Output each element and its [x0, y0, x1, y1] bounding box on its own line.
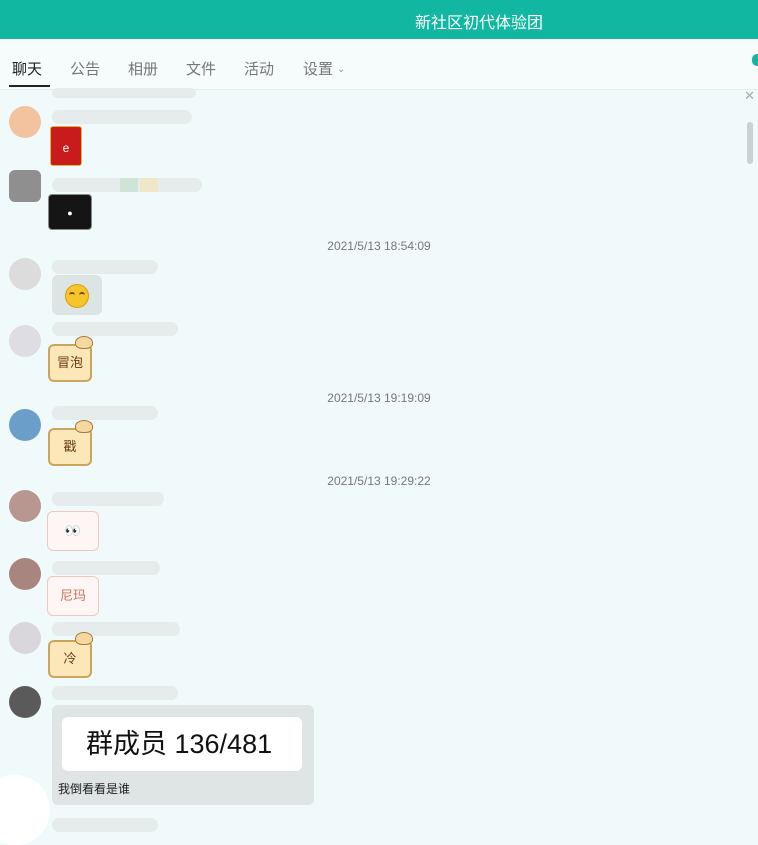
message-bubble: [52, 88, 196, 98]
sender-name: [52, 622, 180, 636]
image-message[interactable]: ●: [48, 194, 92, 230]
sender-name: [140, 178, 158, 192]
tab-chat[interactable]: 聊天: [12, 58, 42, 79]
tab-bar: 聊天 公告 相册 文件 活动 设置 ⌄: [0, 39, 758, 90]
sender-name: [52, 110, 192, 124]
scrollbar-thumb[interactable]: [747, 122, 753, 164]
avatar[interactable]: [9, 490, 41, 522]
emoji-message[interactable]: [52, 275, 102, 315]
cat-icon: [75, 336, 93, 349]
sticker-nima[interactable]: 尼玛: [47, 576, 99, 616]
sender-name: [52, 322, 178, 336]
timestamp: 2021/5/13 19:19:09: [327, 391, 431, 405]
avatar[interactable]: [9, 325, 41, 357]
sender-name: [52, 406, 158, 420]
sticker-label: 冒泡: [56, 355, 83, 370]
sticker-bubble[interactable]: 冒泡: [48, 336, 93, 382]
avatar[interactable]: [9, 686, 41, 718]
title-bar: 新社区初代体验团: [0, 0, 758, 39]
sticker-label: 戳: [63, 439, 77, 454]
cat-icon: [75, 420, 93, 433]
tab-settings-label: 设置: [303, 61, 334, 78]
eyes-icon: 👀: [64, 523, 82, 538]
tab-settings[interactable]: 设置 ⌄: [303, 58, 345, 79]
red-envelope-sticker[interactable]: e: [50, 126, 82, 166]
avatar[interactable]: [9, 558, 41, 590]
reply-message[interactable]: 群成员 136/481 我倒看看是谁: [52, 705, 314, 805]
chevron-down-icon: ⌄: [337, 64, 346, 75]
sticker-eyes[interactable]: 👀: [47, 511, 99, 551]
avatar[interactable]: [9, 106, 41, 138]
tab-files[interactable]: 文件: [186, 58, 216, 79]
sender-name: [52, 260, 158, 274]
sticker-label: 尼玛: [59, 588, 86, 603]
sticker-poke[interactable]: 戳: [48, 420, 93, 466]
cat-icon: [75, 632, 93, 645]
sender-name: [120, 178, 138, 192]
close-icon[interactable]: ✕: [744, 88, 755, 104]
quoted-message[interactable]: 群成员 136/481: [62, 717, 302, 771]
rolling-eyes-emoji-icon: [65, 284, 89, 308]
avatar[interactable]: [0, 775, 50, 845]
sender-name: [52, 818, 158, 832]
message-text: 我倒看看是谁: [58, 782, 131, 796]
avatar[interactable]: [9, 622, 41, 654]
timestamp: 2021/5/13 19:29:22: [327, 474, 431, 488]
avatar[interactable]: [9, 258, 41, 290]
avatar[interactable]: [9, 170, 41, 202]
timestamp: 2021/5/13 18:54:09: [327, 239, 431, 253]
tab-announcement[interactable]: 公告: [70, 58, 100, 79]
sticker-cold[interactable]: 冷: [48, 632, 93, 678]
sticker-label: 冷: [63, 651, 77, 666]
avatar[interactable]: [9, 409, 41, 441]
sender-name: [52, 686, 178, 700]
sender-name: [52, 561, 160, 575]
tab-album[interactable]: 相册: [128, 58, 158, 79]
active-tab-indicator: [9, 85, 50, 87]
status-dot: [752, 54, 758, 66]
sender-name: [52, 492, 164, 506]
window-title: 新社区初代体验团: [414, 15, 543, 32]
tab-activity[interactable]: 活动: [244, 58, 274, 79]
